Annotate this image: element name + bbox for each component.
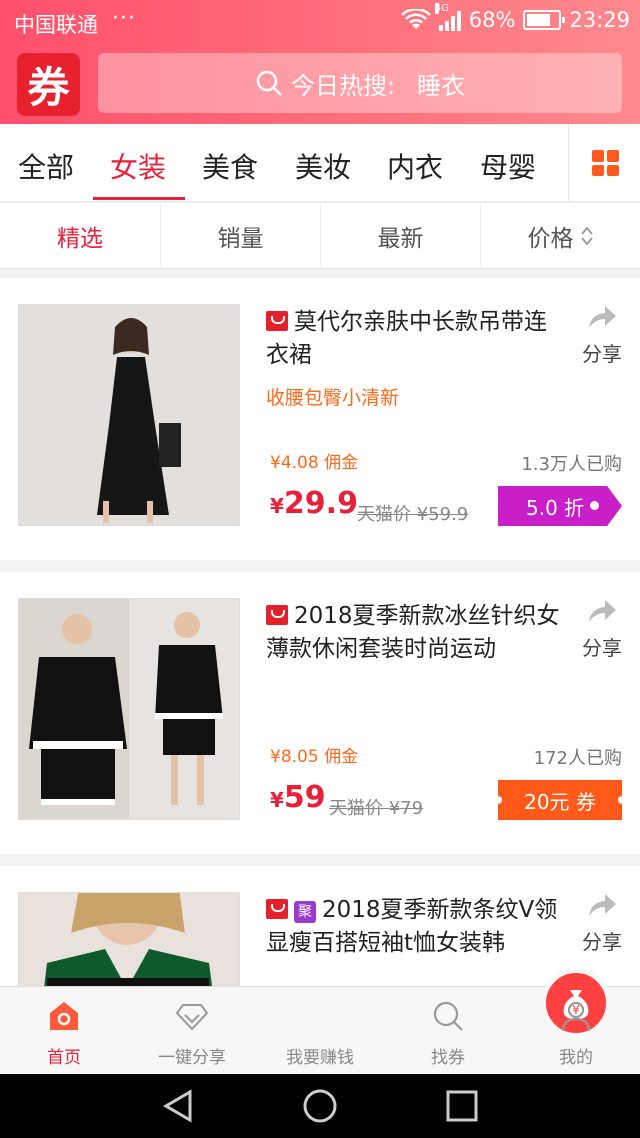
product-image[interactable] — [18, 304, 240, 526]
tmall-icon — [266, 899, 288, 919]
sort-price-label: 价格 — [527, 226, 574, 252]
commission-label: ¥4.08 佣金 — [270, 453, 359, 473]
search-bar[interactable]: 今日热搜: 睡衣 — [98, 53, 622, 113]
product-photo-dress — [19, 305, 239, 525]
share-arrow-icon — [589, 600, 616, 622]
tab-find-coupon[interactable]: 找券 — [384, 987, 512, 1075]
product-tagline: 收腰包臀小清新 — [266, 387, 400, 409]
sold-count: 1.3万人已购 — [521, 454, 622, 475]
bottom-tab-bar: 首页 一键分享 ¥ 我要赚钱 找券 我的 — [0, 969, 640, 1075]
system-nav-bar — [0, 1074, 640, 1138]
category-tabs: 全部 女装 美食 美妆 内衣 母婴 — [0, 124, 640, 202]
sold-count: 172人已购 — [533, 748, 622, 769]
status-bar: 中国联通 ··· 4G 68% 23:29 — [0, 0, 640, 44]
price-value: 29.9 — [283, 486, 358, 521]
product-title-text: 莫代尔亲肤中长款吊带连衣裙 — [266, 309, 547, 368]
share-button[interactable]: 分享 — [578, 598, 626, 661]
tab-home[interactable]: 首页 — [0, 987, 128, 1075]
signal-icon: 4G — [434, 3, 461, 31]
battery-percent: 68% — [468, 8, 516, 32]
tab-home-label: 首页 — [47, 1048, 81, 1068]
share-arrow-icon — [589, 894, 616, 916]
share-button[interactable]: 分享 — [578, 892, 626, 955]
battery-icon — [523, 10, 566, 30]
tab-food[interactable]: 美食 — [202, 146, 258, 186]
home-nav-icon[interactable] — [303, 1089, 337, 1123]
product-title[interactable]: 莫代尔亲肤中长款吊带连衣裙 — [266, 306, 566, 372]
sort-newest-label: 最新 — [377, 226, 424, 252]
price: ¥29.9 — [270, 486, 358, 521]
grid-icon — [591, 150, 619, 176]
product-title-text: 2018夏季新款冰丝针织女薄款休闲套装时尚运动 — [266, 603, 560, 662]
tab-womens-wear[interactable]: 女装 — [110, 146, 166, 186]
tmall-icon — [266, 605, 288, 625]
user-icon — [561, 1001, 591, 1032]
tab-share-label: 一键分享 — [158, 1048, 226, 1068]
sort-bar: 精选 销量 最新 价格 — [0, 203, 640, 269]
share-label: 分享 — [582, 342, 622, 366]
tab-earn-label: 我要赚钱 — [286, 1048, 354, 1068]
notification-dots: ··· — [112, 6, 136, 31]
tab-underwear[interactable]: 内衣 — [387, 146, 443, 186]
share-button[interactable]: 分享 — [578, 304, 626, 367]
wifi-icon — [400, 9, 431, 29]
tab-beauty[interactable]: 美妆 — [295, 146, 351, 186]
back-icon[interactable] — [163, 1089, 192, 1123]
commission-label: ¥8.05 佣金 — [270, 747, 359, 767]
sort-newest[interactable]: 最新 — [320, 203, 480, 269]
tmall-icon — [266, 311, 288, 331]
original-price: 天猫价 ¥59.9 — [357, 504, 469, 525]
ju-badge-icon: 聚 — [294, 901, 316, 923]
tab-mine[interactable]: 我的 — [512, 987, 640, 1075]
tab-mine-label: 我的 — [559, 1048, 593, 1068]
search-hot-term: 睡衣 — [417, 71, 466, 100]
sort-featured[interactable]: 精选 — [0, 203, 160, 269]
sort-featured-label: 精选 — [57, 226, 103, 252]
home-icon — [50, 1002, 78, 1030]
price-symbol: ¥ — [270, 494, 284, 518]
discount-badge[interactable]: 5.0 折 — [498, 486, 622, 526]
battery-fill — [527, 14, 551, 26]
tab-one-click-share[interactable]: 一键分享 — [128, 987, 256, 1075]
search-icon — [256, 70, 282, 96]
coupon-badge[interactable]: 20元 券 — [494, 780, 626, 820]
sort-updown-icon — [580, 226, 593, 246]
search-hot-label: 今日热搜: — [290, 71, 396, 100]
tab-mother-baby[interactable]: 母婴 — [480, 146, 536, 186]
active-tab-indicator — [93, 197, 185, 200]
search-icon — [433, 1001, 463, 1031]
share-label: 分享 — [582, 930, 622, 954]
category-grid-button[interactable] — [568, 124, 640, 202]
recents-icon[interactable] — [446, 1090, 478, 1122]
product-title[interactable]: 聚 2018夏季新款条纹V领显瘦百搭短袖t恤女装韩 — [266, 894, 566, 960]
product-card[interactable]: 莫代尔亲肤中长款吊带连衣裙 分享 收腰包臀小清新 ¥4.08 佣金 1.3万人已… — [0, 278, 640, 560]
system-nav-icons — [163, 1089, 478, 1123]
price-symbol: ¥ — [270, 788, 284, 812]
tab-all[interactable]: 全部 — [18, 146, 74, 186]
sort-sales-label: 销量 — [217, 226, 264, 252]
diamond-icon — [175, 1004, 209, 1031]
share-arrow-icon — [589, 306, 616, 328]
sort-price[interactable]: 价格 — [480, 203, 640, 269]
network-type-label: 4G — [434, 3, 449, 14]
share-label: 分享 — [582, 636, 622, 660]
clock: 23:29 — [569, 8, 630, 32]
tab-earn-money[interactable]: ¥ 我要赚钱 — [256, 969, 610, 1075]
sort-sales[interactable]: 销量 — [160, 203, 320, 269]
price-value: 59 — [283, 780, 326, 815]
product-title[interactable]: 2018夏季新款冰丝针织女薄款休闲套装时尚运动 — [266, 600, 566, 666]
app-logo[interactable]: 券 — [17, 53, 80, 116]
product-image[interactable] — [18, 598, 240, 820]
original-price: 天猫价 ¥79 — [329, 798, 424, 819]
carrier-label: 中国联通 — [14, 13, 98, 37]
product-photo-set — [19, 599, 239, 819]
product-card[interactable]: 2018夏季新款冰丝针织女薄款休闲套装时尚运动 分享 ¥8.05 佣金 172人… — [0, 572, 640, 854]
tab-find-label: 找券 — [431, 1048, 465, 1068]
price: ¥59 — [270, 780, 326, 815]
